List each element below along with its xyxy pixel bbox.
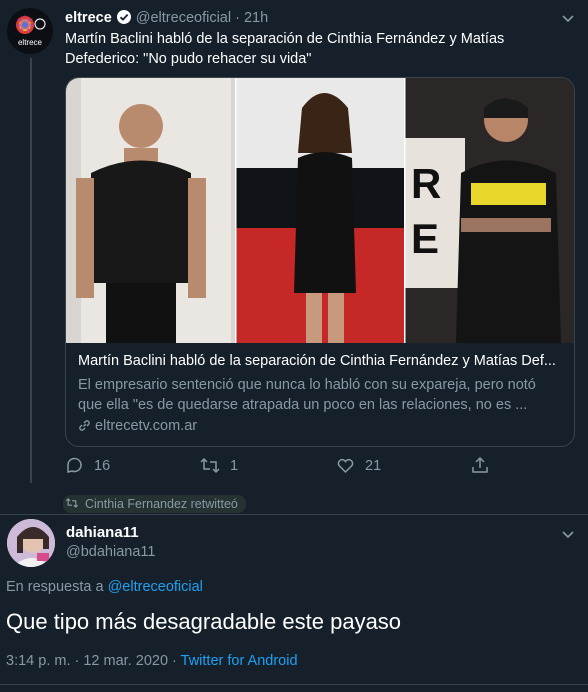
verified-icon xyxy=(116,9,132,29)
retweet-notice-text: Cinthia Fernandez retwitteó xyxy=(85,497,238,511)
author-name[interactable]: dahiana11 xyxy=(66,524,139,541)
tweet-text: Que tipo más desagradable este payaso xyxy=(6,609,402,634)
retweet-icon xyxy=(65,497,85,511)
card-domain: eltrecetv.com.ar xyxy=(95,418,198,434)
retweet-count: 1 xyxy=(230,457,239,474)
thread-line xyxy=(30,58,32,483)
like-count: 21 xyxy=(365,457,382,474)
avatar-label: eltrece xyxy=(17,38,42,47)
timestamp[interactable]: 3:14 p. m. · 12 mar. 2020 · xyxy=(6,653,177,669)
svg-text:E: E xyxy=(411,215,439,262)
divider xyxy=(0,684,588,685)
mention-link[interactable]: @eltreceoficial xyxy=(108,579,203,595)
retweet-button[interactable]: 1 xyxy=(200,456,238,475)
share-button[interactable] xyxy=(471,456,499,475)
tweet-time[interactable]: 21h xyxy=(244,10,268,26)
reply-count: 16 xyxy=(94,457,111,474)
reply-context: En respuesta a @eltreceoficial xyxy=(6,579,203,595)
svg-text:R: R xyxy=(411,160,441,207)
card-description: El empresario sentenció que nunca lo hab… xyxy=(78,377,536,413)
card-link[interactable]: eltrecetv.com.ar xyxy=(78,418,197,434)
like-button[interactable]: 21 xyxy=(336,456,381,475)
separator: · xyxy=(235,10,240,26)
author-handle[interactable]: @eltreceoficial xyxy=(136,10,231,26)
reply-icon xyxy=(67,457,82,473)
author-name[interactable]: eltrece xyxy=(65,10,112,26)
tweet-text: Martín Baclini habló de la separación de… xyxy=(65,31,505,67)
reply-button[interactable]: 16 xyxy=(65,456,110,475)
link-icon xyxy=(78,418,91,434)
chevron-down-icon[interactable] xyxy=(562,527,574,542)
retweet-icon xyxy=(200,457,220,474)
share-icon xyxy=(472,456,488,473)
chevron-down-icon[interactable] xyxy=(562,11,574,26)
card-image: R E xyxy=(66,78,574,343)
like-icon xyxy=(337,458,354,474)
card-title: Martín Baclini habló de la separación de… xyxy=(78,353,556,369)
avatar[interactable]: eltrece xyxy=(7,8,53,54)
eltrece-logo-icon xyxy=(15,14,46,34)
author-handle[interactable]: @bdahiana11 xyxy=(66,544,155,560)
retweet-notice[interactable]: Cinthia Fernandez retwitteó xyxy=(63,495,246,513)
source-link[interactable]: Twitter for Android xyxy=(181,653,298,669)
link-card[interactable]: R E Martín Baclini habló de la separació… xyxy=(65,77,575,447)
tweet-meta: 3:14 p. m. · 12 mar. 2020 · Twitter for … xyxy=(6,653,298,669)
divider xyxy=(0,514,588,515)
reply-prefix: En respuesta a xyxy=(6,579,104,595)
avatar[interactable] xyxy=(7,519,55,567)
tweet-header: eltrece @eltreceoficial · 21h xyxy=(65,9,268,29)
